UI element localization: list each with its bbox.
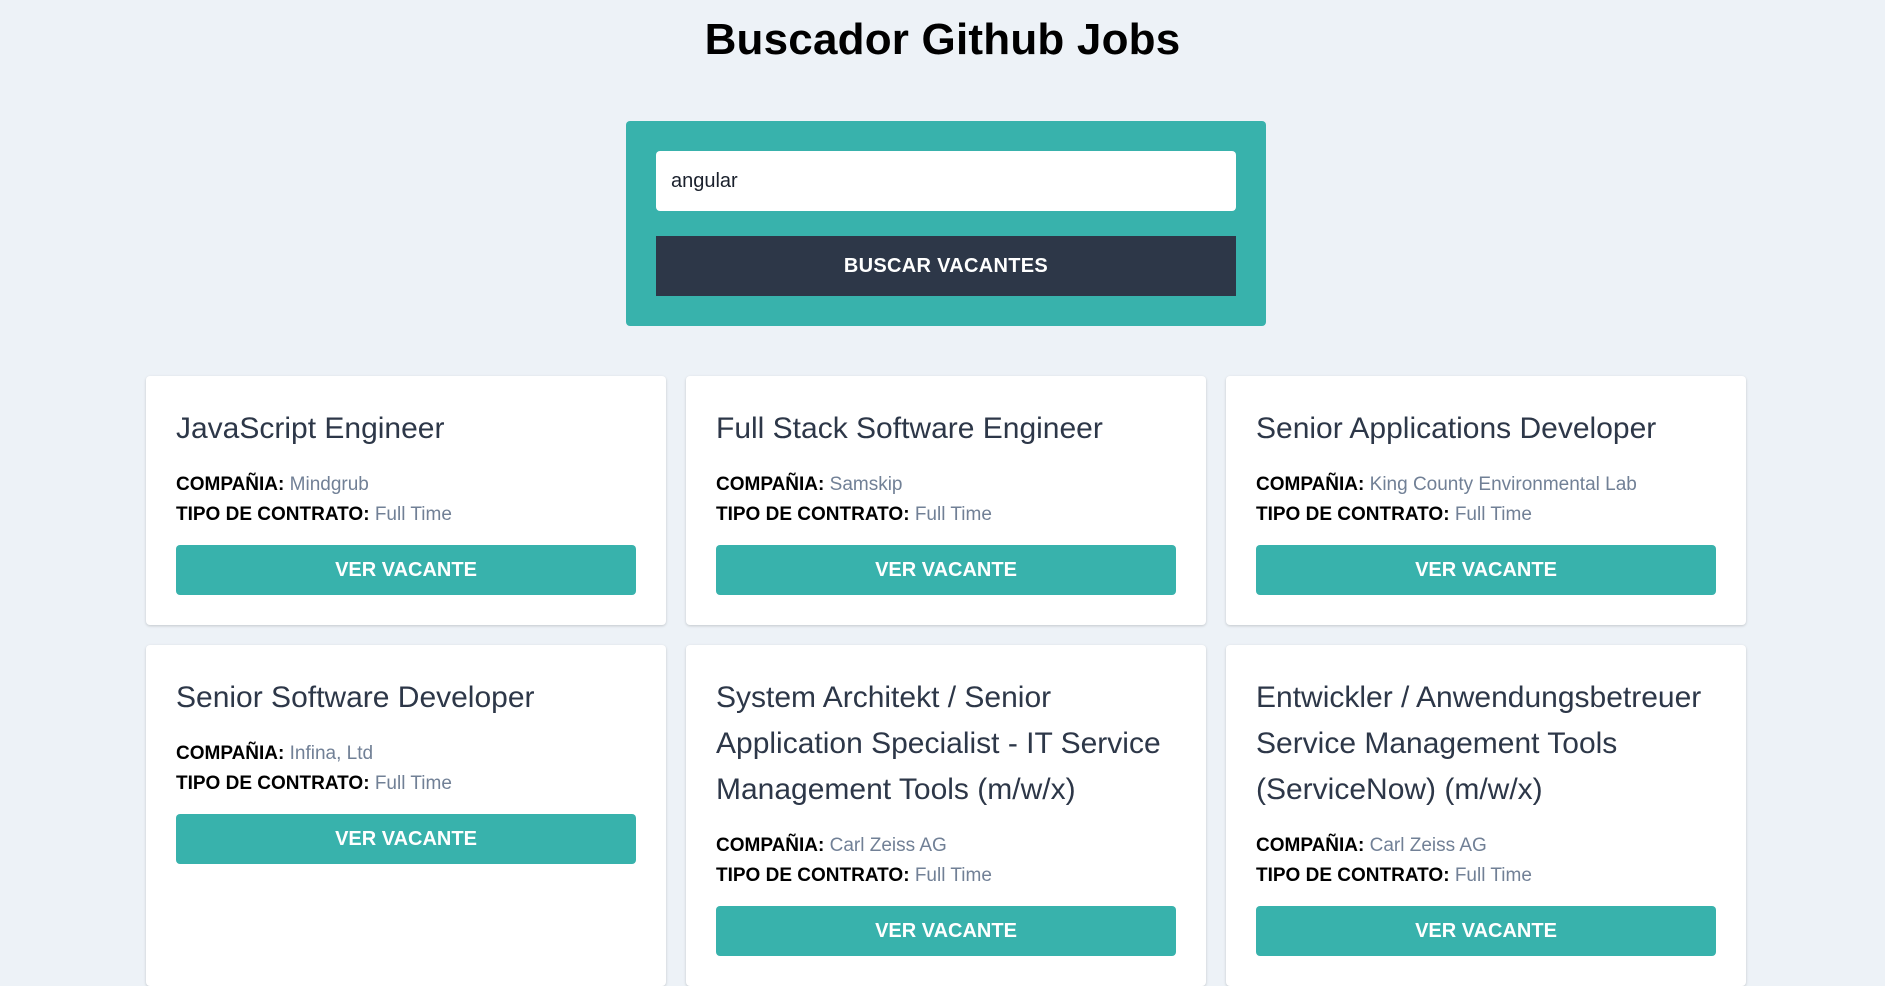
company-value: Samskip <box>829 474 903 495</box>
contract-type-label: TIPO DE CONTRATO: <box>716 504 910 525</box>
company-label: COMPAÑIA: <box>716 835 825 856</box>
job-card: Entwickler / Anwendungsbetreuer Service … <box>1226 645 1746 986</box>
company-value: Infina, Ltd <box>289 743 374 764</box>
job-card: Senior Applications Developer COMPAÑIA: … <box>1226 376 1746 625</box>
company-label: COMPAÑIA: <box>716 474 825 495</box>
search-input[interactable] <box>656 151 1236 211</box>
job-company: COMPAÑIA: Mindgrub <box>176 470 636 500</box>
job-contract-type: TIPO DE CONTRATO: Full Time <box>176 769 636 799</box>
view-job-button[interactable]: VER VACANTE <box>716 545 1176 595</box>
company-value: Mindgrub <box>289 474 369 495</box>
view-job-button[interactable]: VER VACANTE <box>1256 545 1716 595</box>
contract-type-value: Full Time <box>914 865 992 886</box>
company-label: COMPAÑIA: <box>1256 835 1365 856</box>
view-job-button[interactable]: VER VACANTE <box>176 545 636 595</box>
job-card: Senior Software Developer COMPAÑIA: Infi… <box>146 645 666 986</box>
search-button[interactable]: BUSCAR VACANTES <box>656 236 1236 296</box>
job-card: System Architekt / Senior Application Sp… <box>686 645 1206 986</box>
job-card: Full Stack Software Engineer COMPAÑIA: S… <box>686 376 1206 625</box>
job-company: COMPAÑIA: Carl Zeiss AG <box>1256 831 1716 861</box>
job-contract-type: TIPO DE CONTRATO: Full Time <box>176 500 636 530</box>
contract-type-label: TIPO DE CONTRATO: <box>1256 504 1450 525</box>
job-company: COMPAÑIA: Infina, Ltd <box>176 739 636 769</box>
contract-type-value: Full Time <box>374 504 452 525</box>
contract-type-label: TIPO DE CONTRATO: <box>176 504 370 525</box>
contract-type-value: Full Time <box>374 773 452 794</box>
view-job-button[interactable]: VER VACANTE <box>1256 906 1716 956</box>
job-contract-type: TIPO DE CONTRATO: Full Time <box>1256 500 1716 530</box>
contract-type-label: TIPO DE CONTRATO: <box>176 773 370 794</box>
jobs-list: JavaScript Engineer COMPAÑIA: Mindgrub T… <box>146 376 1746 986</box>
page-title: Buscador Github Jobs <box>704 15 1181 64</box>
company-value: King County Environmental Lab <box>1369 474 1637 495</box>
company-value: Carl Zeiss AG <box>829 835 947 856</box>
view-job-button[interactable]: VER VACANTE <box>176 814 636 864</box>
company-value: Carl Zeiss AG <box>1369 835 1487 856</box>
job-title: Full Stack Software Engineer <box>716 412 1103 445</box>
job-card: JavaScript Engineer COMPAÑIA: Mindgrub T… <box>146 376 666 625</box>
job-contract-type: TIPO DE CONTRATO: Full Time <box>1256 861 1716 891</box>
job-title: Senior Software Developer <box>176 681 535 714</box>
contract-type-label: TIPO DE CONTRATO: <box>716 865 910 886</box>
company-label: COMPAÑIA: <box>1256 474 1365 495</box>
job-company: COMPAÑIA: King County Environmental Lab <box>1256 470 1716 500</box>
company-label: COMPAÑIA: <box>176 743 285 764</box>
contract-type-value: Full Time <box>914 504 992 525</box>
company-label: COMPAÑIA: <box>176 474 285 495</box>
contract-type-value: Full Time <box>1454 504 1532 525</box>
job-company: COMPAÑIA: Samskip <box>716 470 1176 500</box>
job-company: COMPAÑIA: Carl Zeiss AG <box>716 831 1176 861</box>
job-contract-type: TIPO DE CONTRATO: Full Time <box>716 861 1176 891</box>
job-title: Entwickler / Anwendungsbetreuer Service … <box>1256 681 1702 806</box>
contract-type-value: Full Time <box>1454 865 1532 886</box>
view-job-button[interactable]: VER VACANTE <box>716 906 1176 956</box>
search-form: BUSCAR VACANTES <box>626 121 1266 326</box>
job-contract-type: TIPO DE CONTRATO: Full Time <box>716 500 1176 530</box>
job-title: Senior Applications Developer <box>1256 412 1657 445</box>
contract-type-label: TIPO DE CONTRATO: <box>1256 865 1450 886</box>
job-title: System Architekt / Senior Application Sp… <box>716 681 1161 806</box>
job-title: JavaScript Engineer <box>176 412 445 445</box>
